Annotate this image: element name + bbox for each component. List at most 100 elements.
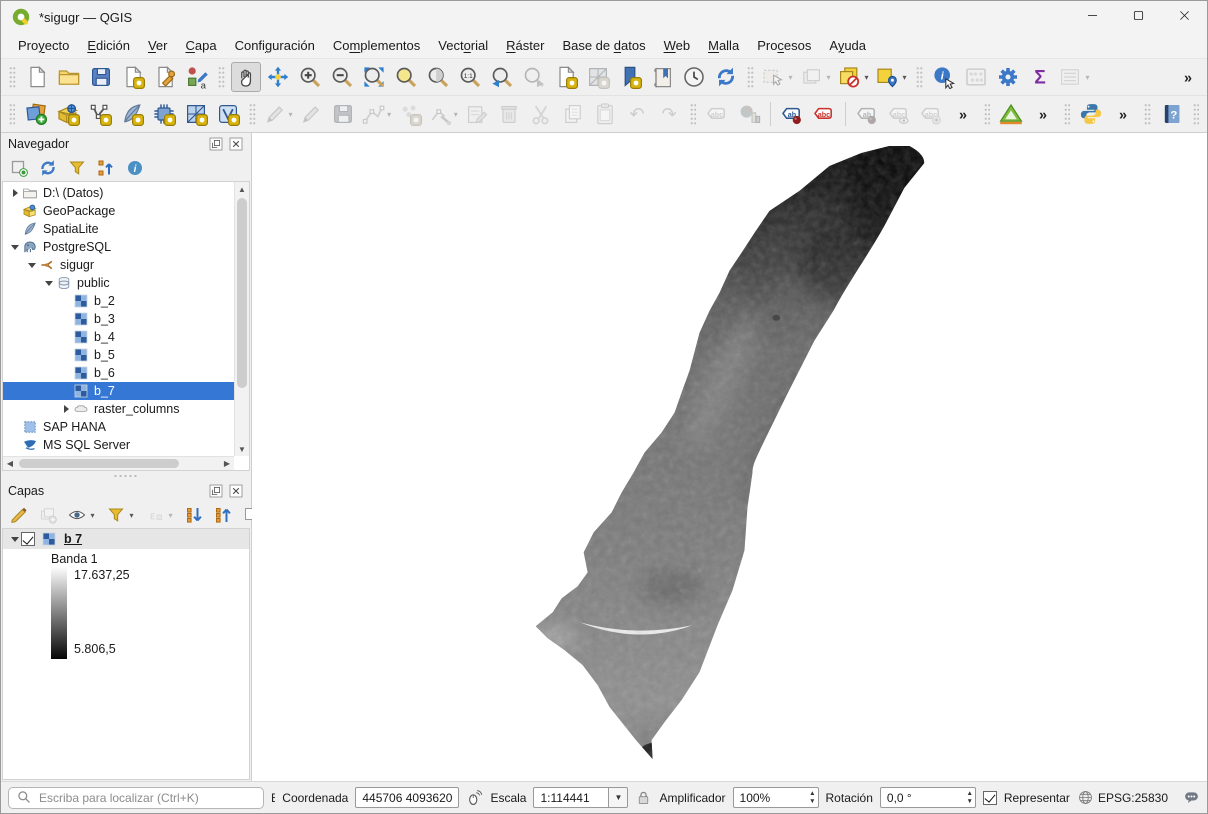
browser-item-sap-hana[interactable]: SAP HANA xyxy=(3,418,234,436)
new-map-view-button[interactable] xyxy=(551,62,581,92)
dropdown-arrow-icon[interactable]: ▾ xyxy=(453,110,459,119)
dropdown-arrow-icon[interactable]: ▾ xyxy=(824,73,833,82)
filter-legend-button[interactable]: ▾ xyxy=(106,505,136,525)
menu-vectorial[interactable]: Vectorial xyxy=(429,35,497,56)
menu-ver[interactable]: Ver xyxy=(139,35,177,56)
tree-expand-arrow[interactable] xyxy=(60,405,72,413)
modify-attributes-button[interactable] xyxy=(462,99,492,129)
current-edits-button[interactable]: ▾ xyxy=(262,99,295,129)
grass-tools-button[interactable] xyxy=(996,99,1026,129)
tree-expand-arrow[interactable] xyxy=(26,263,38,268)
add-group-button[interactable] xyxy=(38,505,58,525)
pin-unpin-labels-button[interactable]: ab xyxy=(852,99,882,129)
new-project-button[interactable] xyxy=(22,62,52,92)
show-bookmarks-button[interactable] xyxy=(647,62,677,92)
scroll-right-icon[interactable]: ▶ xyxy=(220,457,234,470)
new-virtual-layer-button[interactable] xyxy=(149,99,179,129)
layer-labeling-button[interactable]: abc xyxy=(702,99,732,129)
browser-item-b-3[interactable]: b_3 xyxy=(3,310,234,328)
toolbar-grip[interactable] xyxy=(1144,103,1150,125)
dropdown-arrow-icon[interactable]: ▾ xyxy=(1083,73,1092,82)
minimize-button[interactable] xyxy=(1069,1,1115,33)
extents-toggle-icon[interactable] xyxy=(466,789,483,806)
delete-selected-button[interactable] xyxy=(494,99,524,129)
toolbar-grip[interactable] xyxy=(9,66,16,88)
toolbar-grip[interactable] xyxy=(218,66,225,88)
expand-all-button[interactable] xyxy=(184,505,204,525)
pan-to-selection-button[interactable] xyxy=(263,62,293,92)
dropdown-arrow-icon[interactable]: ▾ xyxy=(900,73,909,82)
plugins-overflow-button[interactable]: » xyxy=(1108,99,1138,129)
scroll-up-icon[interactable]: ▲ xyxy=(235,182,249,196)
browser-item-ms-sql-server[interactable]: MS SQL Server xyxy=(3,436,234,454)
dropdown-arrow-icon[interactable]: ▾ xyxy=(88,511,97,520)
spinner-arrows-icon[interactable]: ▲▼ xyxy=(809,790,815,805)
browser-item-b-6[interactable]: b_6 xyxy=(3,364,234,382)
messages-icon[interactable] xyxy=(1183,789,1200,806)
select-features-button[interactable]: ▾ xyxy=(760,62,796,92)
locator-input[interactable] xyxy=(39,791,256,805)
diagram-options-button[interactable]: abc xyxy=(809,99,839,129)
dropdown-arrow-icon[interactable]: ▾ xyxy=(166,511,175,520)
menu-r-ster[interactable]: Ráster xyxy=(497,35,553,56)
pan-map-button[interactable] xyxy=(231,62,261,92)
new-geopackage-layer-button[interactable] xyxy=(53,99,83,129)
layer-item-b7[interactable]: b 7 xyxy=(3,529,249,549)
scale-dropdown-icon[interactable]: ▼ xyxy=(609,787,628,808)
identify-features-button[interactable]: i xyxy=(929,62,959,92)
toolbar-grip[interactable] xyxy=(916,66,923,88)
browser-item-b-7[interactable]: b_7 xyxy=(3,382,234,400)
zoom-to-selection-button[interactable] xyxy=(391,62,421,92)
magnifier-value[interactable]: 100% xyxy=(733,787,819,808)
browser-item-public[interactable]: public xyxy=(3,274,234,292)
browser-close-button[interactable] xyxy=(228,136,244,152)
new-3d-map-view-button[interactable] xyxy=(583,62,613,92)
browser-item-spatialite[interactable]: SpatiaLite xyxy=(3,220,234,238)
layer-expand-arrow[interactable] xyxy=(9,537,21,542)
layer-actions-button[interactable]: ▾ xyxy=(1057,62,1093,92)
cut-features-button[interactable] xyxy=(526,99,556,129)
tree-expand-arrow[interactable] xyxy=(9,189,21,197)
map-canvas[interactable] xyxy=(252,133,1207,781)
toolbar-grip[interactable] xyxy=(1064,103,1070,125)
manage-map-themes-button[interactable]: ▾ xyxy=(67,505,97,525)
menu-malla[interactable]: Malla xyxy=(699,35,748,56)
move-label-button[interactable]: abc xyxy=(916,99,946,129)
new-spatialite-layer-button[interactable] xyxy=(117,99,147,129)
grass-overflow-button[interactable]: » xyxy=(1028,99,1058,129)
spinner-arrows-icon[interactable]: ▲▼ xyxy=(966,790,972,805)
menu-configuraci-n[interactable]: Configuración xyxy=(226,35,324,56)
temporal-controller-button[interactable] xyxy=(679,62,709,92)
zoom-next-button[interactable] xyxy=(519,62,549,92)
paste-features-button[interactable] xyxy=(590,99,620,129)
dropdown-arrow-icon[interactable]: ▾ xyxy=(786,73,795,82)
filter-browser-button[interactable] xyxy=(67,158,87,178)
menu-complementos[interactable]: Complementos xyxy=(324,35,429,56)
filter-by-expression-button[interactable]: ε▾ xyxy=(145,505,175,525)
browser-horizontal-scrollbar[interactable]: ◀ ▶ xyxy=(3,456,234,470)
scale-combo[interactable]: 1:114441 ▼ xyxy=(533,787,628,808)
add-record-button[interactable] xyxy=(395,99,425,129)
rotation-spinbox[interactable]: 0,0 ° ▲▼ xyxy=(880,787,976,808)
browser-float-button[interactable] xyxy=(208,136,224,152)
vertex-tool-button[interactable]: ▾ xyxy=(427,99,460,129)
new-print-layout-button[interactable] xyxy=(118,62,148,92)
save-project-button[interactable] xyxy=(86,62,116,92)
collapse-all-button[interactable] xyxy=(96,158,116,178)
browser-item-b-5[interactable]: b_5 xyxy=(3,346,234,364)
redo-button[interactable]: ↷ xyxy=(654,99,684,129)
render-checkbox[interactable] xyxy=(983,791,997,805)
browser-item-d-datos-[interactable]: D:\ (Datos) xyxy=(3,184,234,202)
layer-diagram-button[interactable] xyxy=(734,99,764,129)
scroll-down-icon[interactable]: ▼ xyxy=(235,442,249,456)
menu-procesos[interactable]: Procesos xyxy=(748,35,820,56)
browser-item-b-4[interactable]: b_4 xyxy=(3,328,234,346)
help-contents-button[interactable]: ? xyxy=(1157,99,1187,129)
open-attribute-table-button[interactable] xyxy=(961,62,991,92)
processing-toolbox-button[interactable] xyxy=(993,62,1023,92)
data-source-manager-button[interactable] xyxy=(21,99,51,129)
toggle-editing-button[interactable] xyxy=(296,99,326,129)
zoom-in-button[interactable] xyxy=(295,62,325,92)
copy-features-button[interactable] xyxy=(558,99,588,129)
layout-manager-button[interactable] xyxy=(150,62,180,92)
